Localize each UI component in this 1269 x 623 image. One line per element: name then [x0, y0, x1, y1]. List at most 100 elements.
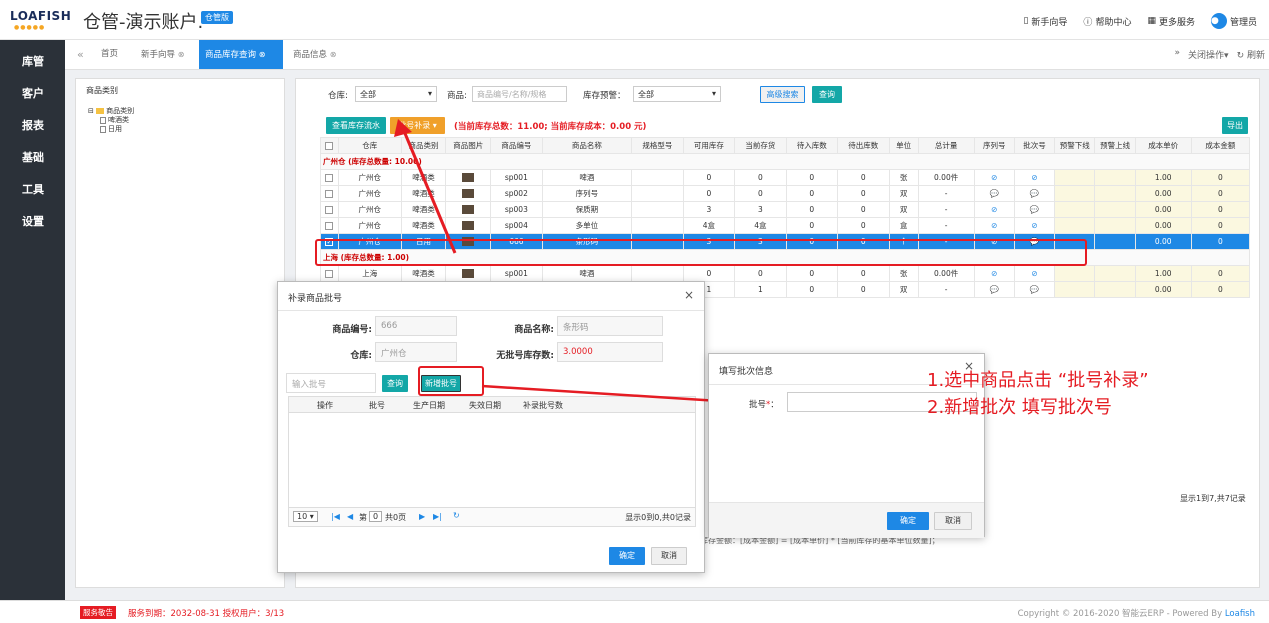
- cell-in: 0: [785, 281, 839, 298]
- batch-pager-text: 显示0到0,共0记录: [625, 513, 691, 522]
- cell-sn[interactable]: ⊘: [973, 217, 1015, 234]
- tab-home[interactable]: 首页: [95, 40, 124, 69]
- export-button[interactable]: 导出: [1222, 117, 1248, 134]
- cell-sn[interactable]: 💬: [973, 281, 1015, 298]
- cell-sn[interactable]: ⊘: [973, 169, 1015, 186]
- top-bar: LOAFISH ●●●●● 仓管-演示账户. 仓管版 ▯ 新手向导 ⓘ 帮助中心 ▦…: [0, 0, 1269, 40]
- user-menu[interactable]: ● 管理员: [1210, 13, 1257, 29]
- pager-refresh-icon[interactable]: ↻: [453, 511, 460, 520]
- tab-guide[interactable]: 新手向导 ⊗: [135, 40, 190, 69]
- tabs-prev-icon[interactable]: «: [71, 40, 90, 69]
- cell-bn[interactable]: ⊘: [1013, 265, 1056, 282]
- sidebar-item-inventory[interactable]: 库管: [0, 46, 65, 78]
- sidebar-item-settings[interactable]: 设置: [0, 206, 65, 238]
- warehouse-select[interactable]: 全部 ▾: [355, 86, 437, 102]
- row-checkbox[interactable]: [320, 201, 339, 218]
- tree-node-beer[interactable]: 啤酒类: [88, 116, 134, 125]
- pager-last-icon[interactable]: ▶|: [433, 512, 442, 521]
- goods-search-input[interactable]: 商品编号/名称/规格: [472, 86, 567, 102]
- tab-close-icon[interactable]: ⊗: [330, 50, 337, 59]
- cancel-button[interactable]: 取消: [934, 512, 972, 530]
- row-checkbox[interactable]: [320, 265, 339, 282]
- cell-in: 0: [785, 169, 839, 186]
- cell-avail: 4盒: [682, 217, 736, 234]
- cell-out: 0: [837, 265, 890, 282]
- tabs-next-icon[interactable]: »: [1175, 48, 1181, 61]
- row-checkbox[interactable]: [320, 169, 339, 186]
- row-checkbox[interactable]: [320, 217, 339, 234]
- sidebar-item-basic[interactable]: 基础: [0, 142, 65, 174]
- services-link[interactable]: ▦ 更多服务: [1147, 15, 1195, 28]
- cell-out: 0: [837, 201, 890, 218]
- avatar-icon: ●: [1210, 13, 1227, 29]
- service-expiry: 服务到期：2032-08-31 授权用户：3/13: [128, 609, 285, 619]
- grid-icon: ▦: [1147, 16, 1156, 26]
- query-button[interactable]: 查询: [812, 86, 842, 103]
- cell-code: sp002: [490, 185, 543, 202]
- select-all-checkbox[interactable]: [320, 137, 339, 154]
- cell-lo: [1054, 281, 1096, 298]
- cell-bn[interactable]: 💬: [1013, 281, 1056, 298]
- help-link[interactable]: ⓘ 帮助中心: [1083, 15, 1131, 28]
- cell-unit: 双: [888, 185, 919, 202]
- cell-price: 0.00: [1134, 281, 1192, 298]
- page-size-select[interactable]: 10 ▾: [293, 511, 318, 522]
- divider: [278, 310, 704, 311]
- pager-prev-icon[interactable]: ◀: [347, 512, 353, 521]
- close-icon[interactable]: ×: [684, 288, 694, 302]
- batch-search-input[interactable]: 输入批号: [286, 373, 376, 393]
- advanced-search-button[interactable]: 高级搜索: [760, 86, 805, 103]
- cell-total: -: [917, 281, 975, 298]
- tab-goods-info[interactable]: 商品信息 ⊗: [287, 40, 342, 69]
- page-number-input[interactable]: 0: [369, 511, 383, 522]
- cell-spec: [631, 265, 684, 282]
- cancel-button[interactable]: 取消: [651, 547, 687, 565]
- cell-bn[interactable]: ⊘: [1013, 217, 1056, 234]
- cell-sn[interactable]: ⊘: [973, 265, 1015, 282]
- chevron-down-icon: ▾: [711, 89, 716, 98]
- column-header: 当前存货: [734, 137, 787, 154]
- cell-bn[interactable]: 💬: [1013, 185, 1056, 202]
- tree-node-daily[interactable]: 日用: [88, 125, 134, 134]
- cell-sn[interactable]: 💬: [973, 185, 1015, 202]
- column-header: 预警下线: [1054, 137, 1096, 154]
- sidebar-item-reports[interactable]: 报表: [0, 110, 65, 142]
- stock-flow-button[interactable]: 查看库存流水: [326, 117, 386, 134]
- cell-amount: 0: [1190, 169, 1250, 186]
- table-row[interactable]: 上海 啤酒类 sp001 啤酒 0 0 0 0 张 0.00件 ⊘ ⊘ 1.00 0: [320, 265, 1250, 282]
- cell-sn[interactable]: ⊘: [973, 201, 1015, 218]
- ok-button[interactable]: 确定: [887, 512, 929, 530]
- cell-lo: [1054, 169, 1096, 186]
- file-icon: [100, 116, 106, 124]
- cell-price: 1.00: [1134, 169, 1192, 186]
- category-tree: ⊟ 商品类别 啤酒类 日用: [88, 107, 134, 134]
- alert-select[interactable]: 全部 ▾: [633, 86, 721, 102]
- tree-root[interactable]: ⊟ 商品类别: [88, 107, 134, 116]
- tab-close-icon[interactable]: ⊗: [259, 50, 266, 59]
- cell-price: 0.00: [1134, 233, 1192, 250]
- cell-cur: 3: [734, 201, 787, 218]
- row-checkbox[interactable]: [320, 185, 339, 202]
- batch-query-button[interactable]: 查询: [382, 375, 408, 392]
- cell-out: 0: [837, 185, 890, 202]
- cell-bn[interactable]: 💬: [1013, 201, 1056, 218]
- guide-link[interactable]: ▯ 新手向导: [1023, 15, 1067, 28]
- tab-close-icon[interactable]: ⊗: [178, 50, 185, 59]
- pager-first-icon[interactable]: |◀: [331, 512, 340, 521]
- tab-bar: « 首页 新手向导 ⊗ 商品库存查询 ⊗ 商品信息 ⊗ » 关闭操作▾ ↻ 刷新: [65, 40, 1269, 70]
- cell-bn[interactable]: ⊘: [1013, 169, 1056, 186]
- sidebar-item-tools[interactable]: 工具: [0, 174, 65, 206]
- app-title: 仓管-演示账户.: [83, 12, 204, 33]
- close-ops-menu[interactable]: 关闭操作▾: [1188, 48, 1229, 61]
- cell-lo: [1054, 217, 1096, 234]
- refresh-button[interactable]: ↻ 刷新: [1237, 48, 1265, 61]
- column-header: 待出库数: [837, 137, 890, 154]
- sidebar-item-customer[interactable]: 客户: [0, 78, 65, 110]
- pager-next-icon[interactable]: ▶: [419, 512, 425, 521]
- warehouse-label: 仓库:: [328, 91, 348, 101]
- ok-button[interactable]: 确定: [609, 547, 645, 565]
- top-menu: ▯ 新手向导 ⓘ 帮助中心 ▦ 更多服务 ● 管理员: [1023, 13, 1257, 29]
- tab-stock-query[interactable]: 商品库存查询 ⊗: [199, 40, 283, 69]
- brand-link[interactable]: Loafish: [1225, 609, 1255, 619]
- cell-out: 0: [837, 217, 890, 234]
